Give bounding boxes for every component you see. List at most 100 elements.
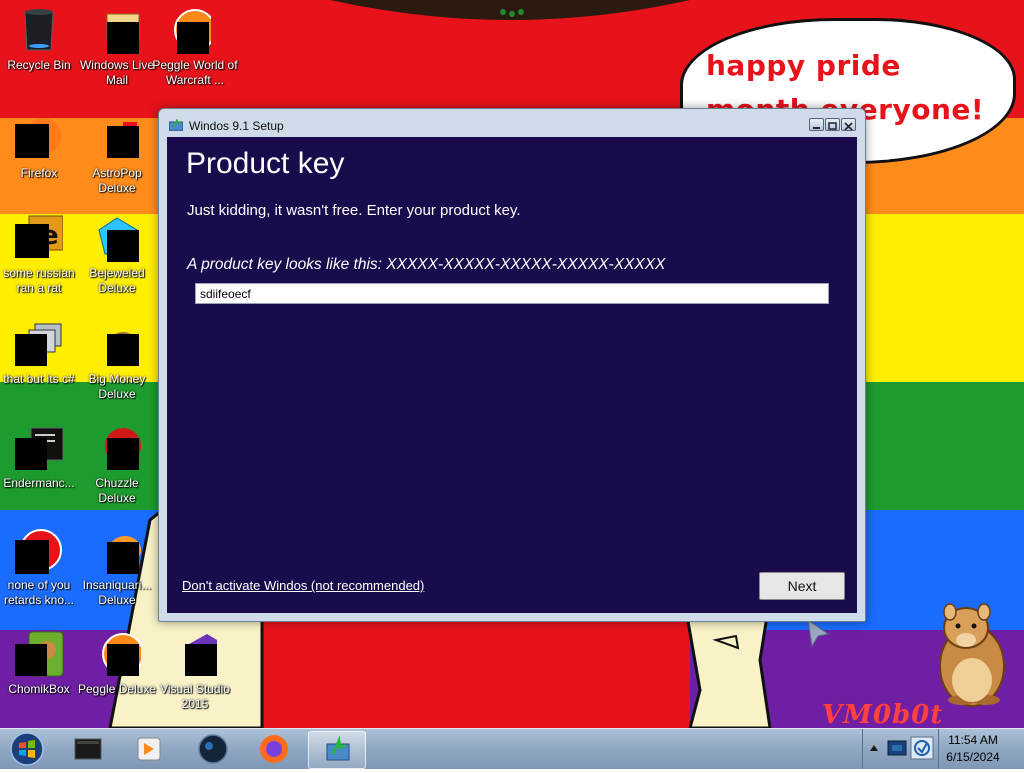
desktop-icon-label: Endermanc... [3,476,75,490]
next-button[interactable]: Next [759,572,845,600]
desktop-icon-russian-rat[interactable]: e some russian ran a rat [0,214,78,296]
desktop-icon-label: Firefox [20,166,58,180]
censor-box [107,644,139,676]
censor-box [15,438,47,470]
terminal-app-icon [15,424,64,472]
desktop-icon-big-money[interactable]: Big Money Deluxe [78,320,156,402]
desktop-icon-label-text: Chuzzle Deluxe [95,476,139,505]
desktop-icon-label: ChomikBox [8,682,70,696]
censor-box [107,542,139,574]
desktop-icon-label-text: Peggle World of Warcraft ... [152,58,238,87]
clock-date[interactable]: 6/15/2024 [944,750,1002,764]
desktop-icon-label-text: Insaniquari... Deluxe [82,578,152,607]
desktop-icon-label: none of you retards kno... [0,578,78,608]
product-key-hint: A product key looks like this: XXXXX-XXX… [187,256,666,273]
censor-box [107,22,139,54]
setup-icon [326,735,350,761]
setup-window: Windos 9.1 Setup Product key Just kiddin… [158,108,866,622]
visual-studio-icon [171,630,219,678]
clock-time[interactable]: 11:54 AM [944,733,1002,747]
window-titlebar[interactable]: Windos 9.1 Setup [159,109,865,137]
network-icon[interactable] [886,737,908,764]
censor-box [107,126,139,158]
desktop-icon-label: Recycle Bin [7,58,71,72]
desktop-icon-label-text: Bejeweled Deluxe [89,266,145,295]
desktop-icon-label: Peggle World of Warcraft ... [148,58,237,88]
chuzzle-icon [93,424,141,472]
page-subtitle: Just kidding, it wasn't free. Enter your… [187,202,521,219]
start-button[interactable] [3,730,47,768]
money-bag-icon [93,320,141,368]
desktop-icon-label-text: Windows Live Mail [79,58,155,87]
desktop-icon-firefox[interactable]: Firefox [0,114,78,181]
desktop-icon-insaniquarium[interactable]: Insaniquari... Deluxe [78,526,156,608]
desktop-icon-chomikbox[interactable]: ChomikBox [0,630,78,697]
firefox-icon [260,735,288,763]
desktop-icon-label: some russian ran a rat [0,266,78,296]
desktop-icon-label-text: AstroPop Deluxe [92,166,142,195]
taskbar-app-steam[interactable] [184,731,240,767]
close-button[interactable] [841,118,856,131]
mail-icon [93,6,141,54]
censor-box [15,224,49,258]
desktop-icon-csharp[interactable]: that but its c# [0,320,78,387]
hamster-picture [939,603,1005,707]
antivirus-icon[interactable] [910,736,934,765]
censor-box [15,334,47,366]
censor-box [185,644,217,676]
desktop-icon-chuzzle[interactable]: Chuzzle Deluxe [78,424,156,506]
taskbar-app-media-player[interactable] [120,731,176,767]
taskbar [0,728,1024,769]
taskbar-app-terminal[interactable] [60,731,116,767]
steam-icon [198,734,228,764]
desktop-icon-label-text: Visual Studio 2015 [160,682,230,711]
application-icon: e [15,214,64,262]
desktop-icon-recycle-bin[interactable]: Recycle Bin [0,6,78,73]
desktop-icon-peggle-deluxe[interactable]: Peggle Deluxe [78,630,156,697]
censor-box [107,230,139,262]
censor-box [15,124,49,158]
desktop-icon-label: Peggle Deluxe [78,682,157,696]
desktop-icon-label: Chuzzle Deluxe [78,476,156,506]
skip-activation-link[interactable]: Don't activate Windos (not recommended) [182,578,424,593]
desktop-icon-label: Visual Studio 2015 [156,682,234,712]
windows-orb-icon [10,732,44,766]
desktop-icon-label-text: some russian ran a rat [3,266,75,295]
desktop-icon-label: Insaniquari... Deluxe [78,578,156,608]
taskbar-app-setup[interactable] [308,731,366,769]
window-title: Windos 9.1 Setup [189,119,284,133]
desktop-icon-astropop[interactable]: AstroPop Deluxe [78,114,156,196]
censor-box [15,644,47,676]
desktop-icon-visual-studio[interactable]: Visual Studio 2015 [156,630,234,712]
window-stack-icon [15,320,63,368]
desktop-icon-label: AstroPop Deluxe [78,166,156,196]
astropop-icon [93,114,141,162]
censor-box [107,438,139,470]
desktop-icon-label-text: none of you retards kno... [3,578,75,607]
fish-icon [93,526,141,574]
taskbar-app-firefox[interactable] [246,731,302,767]
terminal-icon [74,738,102,760]
tray-separator [862,729,863,769]
desktop-icon-label: Windows Live Mail [78,58,156,88]
recycle-bin-icon [15,6,63,54]
product-key-input[interactable] [195,283,829,304]
minimize-button[interactable] [809,118,824,131]
desktop-icon-label: Bejeweled Deluxe [78,266,156,296]
watermark: VM0b0t [822,700,944,728]
chomikbox-icon [15,630,64,678]
censor-box [107,334,139,366]
censor-box [177,22,209,54]
maximize-button[interactable] [825,118,840,131]
show-hidden-icon[interactable] [868,741,880,760]
desktop-icon-windows-live-mail[interactable]: Windows Live Mail [78,6,156,88]
page-title: Product key [186,147,345,180]
firefox-icon [15,114,63,162]
peggle-icon [163,6,216,54]
desktop-icon-peggle-wow[interactable]: Peggle World of Warcraft ... [148,6,238,88]
media-player-icon [137,737,161,761]
desktop-icon-label-text: Big Money Deluxe [88,372,146,401]
desktop-icon-endermanc[interactable]: Endermanc... [0,424,78,491]
desktop-icon-none-of-you[interactable]: none of you retards kno... [0,526,78,608]
desktop-icon-bejeweled[interactable]: Bejeweled Deluxe [78,214,156,296]
